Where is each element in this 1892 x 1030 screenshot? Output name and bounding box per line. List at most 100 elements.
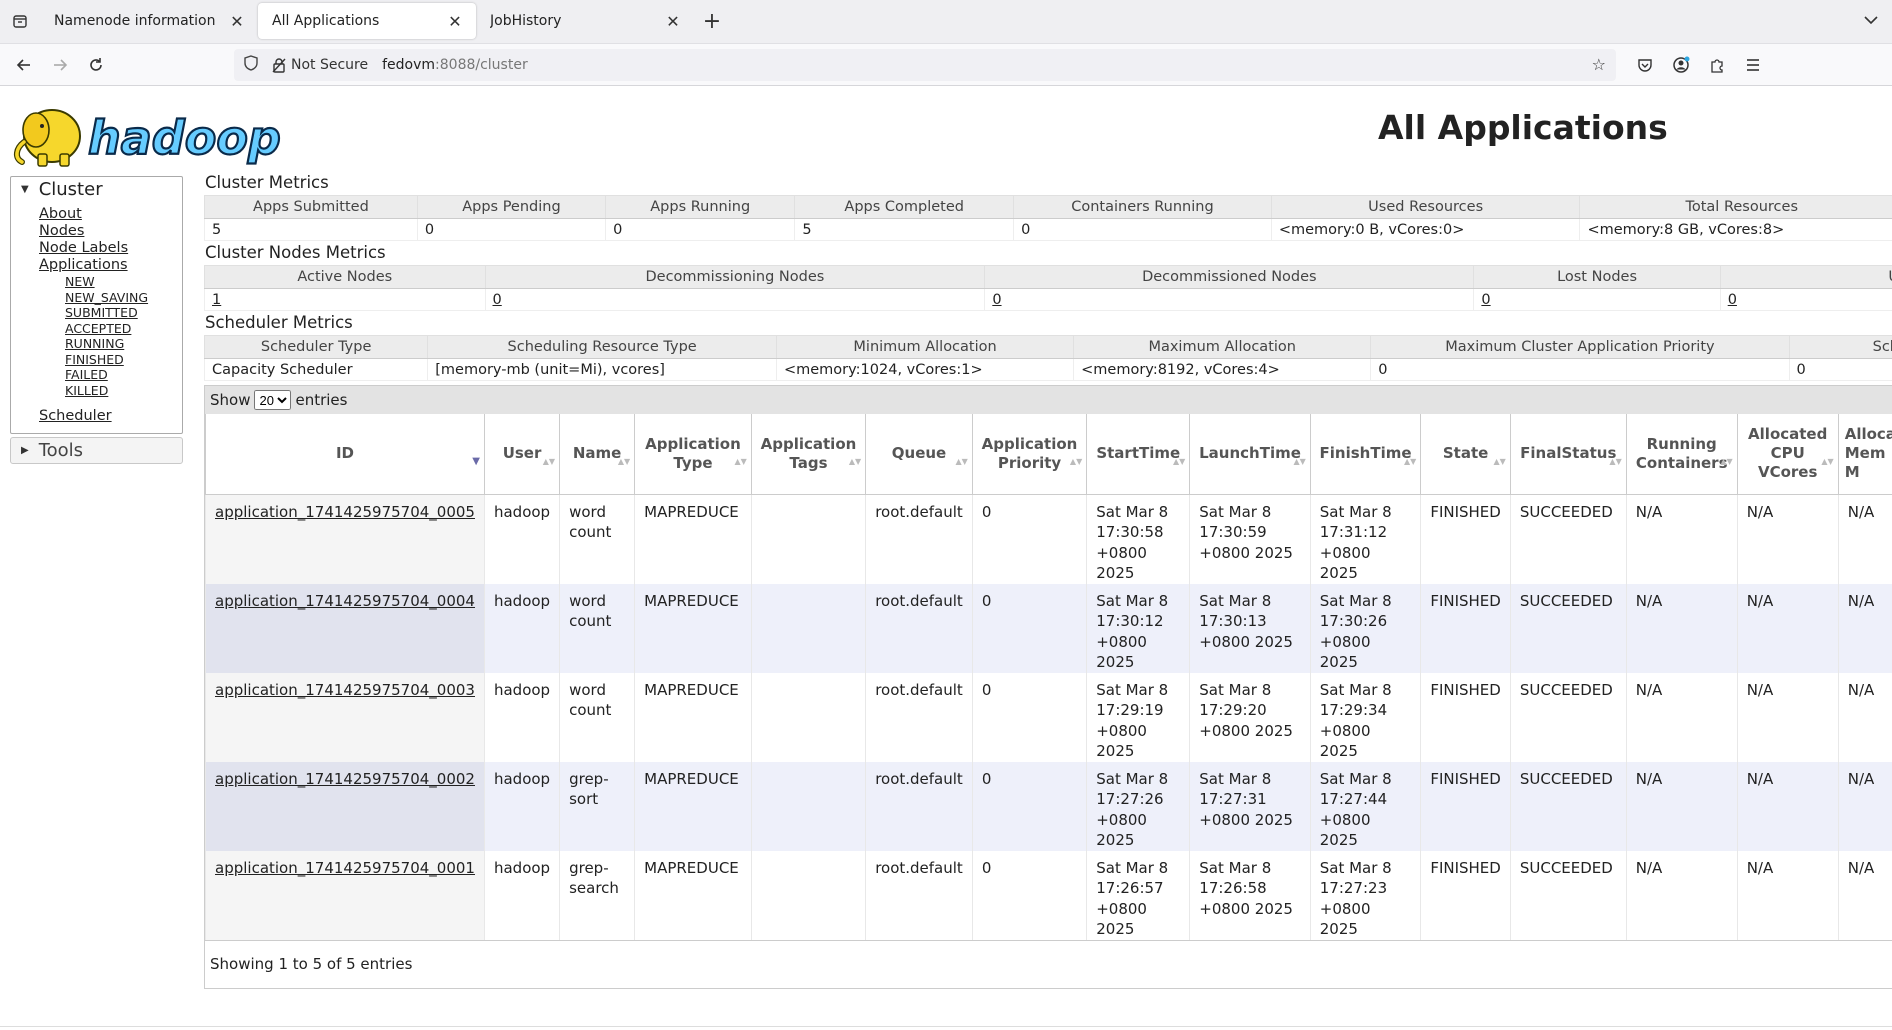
column-header-finishtime[interactable]: FinishTime ▲▼	[1309, 414, 1422, 495]
tab-list-icon[interactable]	[0, 0, 40, 43]
metrics-header: Minimum Allocation	[775, 335, 1075, 359]
back-arrow-icon[interactable]	[8, 49, 40, 81]
decommissioning-nodes-link[interactable]: 0	[493, 292, 502, 308]
column-header-user[interactable]: User ▲▼	[483, 414, 561, 495]
bookmark-star-icon[interactable]: ☆	[1592, 55, 1606, 74]
tab-title: All Applications	[272, 13, 380, 29]
sidebar-link-scheduler[interactable]: Scheduler	[39, 408, 182, 425]
browser-tab-bar: Namenode information ✕ All Applications …	[0, 0, 1892, 44]
sidebar-link-about[interactable]: About	[39, 206, 182, 223]
cell-user: hadoop	[483, 761, 560, 851]
reload-icon[interactable]	[80, 49, 112, 81]
active-nodes-link[interactable]: 1	[212, 292, 221, 308]
application-id-link[interactable]: application_1741425975704_0002	[215, 770, 475, 788]
show-label: Show	[210, 391, 251, 409]
extensions-icon[interactable]	[1702, 50, 1732, 80]
column-header-label: Application Priority	[981, 434, 1078, 472]
column-header-application-type[interactable]: Application Type ▲▼	[634, 414, 752, 495]
column-header-queue[interactable]: Queue ▲▼	[865, 414, 973, 495]
column-header-running-containers[interactable]: Running Containers ▲▼	[1625, 414, 1738, 495]
column-header-starttime[interactable]: StartTime ▲▼	[1086, 414, 1191, 495]
metrics-header: Maximum Cluster Application Priority	[1370, 335, 1790, 359]
cell-application-tags	[750, 494, 866, 584]
cell-launchtime: Sat Mar 8 17:26:58 +0800 2025	[1189, 850, 1311, 940]
column-header-id[interactable]: ID ▼	[205, 414, 485, 495]
new-tab-plus-icon[interactable]: +	[694, 3, 730, 39]
cell-user: hadoop	[483, 494, 560, 584]
column-header-label: Queue	[891, 444, 947, 463]
sidebar-link-state-accepted[interactable]: ACCEPTED	[65, 321, 182, 337]
sidebar-link-state-running[interactable]: RUNNING	[65, 336, 182, 352]
close-icon[interactable]: ✕	[664, 12, 682, 31]
sidebar-link-state-submitted[interactable]: SUBMITTED	[65, 305, 182, 321]
column-header-label: Running Containers	[1635, 434, 1728, 472]
sidebar-link-applications[interactable]: Applications	[39, 257, 182, 274]
address-bar[interactable]: Not Secure fedovm:8088/cluster ☆	[234, 48, 1616, 81]
sidebar-link-state-killed[interactable]: KILLED	[65, 383, 182, 399]
cluster-metrics-table: Apps Submitted Apps Pending Apps Running…	[204, 195, 1892, 241]
browser-tab-all-applications[interactable]: All Applications ✕	[258, 3, 476, 39]
application-id-link[interactable]: application_1741425975704_0003	[215, 681, 475, 699]
sidebar-link-state-finished[interactable]: FINISHED	[65, 352, 182, 368]
metrics-header: Maximum Allocation	[1073, 335, 1372, 359]
column-header-name[interactable]: Name ▲▼	[559, 414, 636, 495]
page-size-select[interactable]: 20	[254, 390, 292, 410]
not-secure-indicator[interactable]: Not Secure	[272, 57, 368, 73]
sort-icon: ▲▼	[1720, 457, 1733, 466]
metrics-header: Scheduler Type	[203, 335, 429, 359]
cell-allocated-cpu-vcores: N/A	[1736, 494, 1839, 584]
cluster-panel-header[interactable]: ▼ Cluster	[11, 177, 182, 202]
cell-user: hadoop	[483, 583, 560, 673]
shield-icon[interactable]	[244, 54, 266, 75]
column-header-finalstatus[interactable]: FinalStatus ▲▼	[1509, 414, 1627, 495]
close-icon[interactable]: ✕	[228, 12, 246, 31]
sidebar-link-state-new-saving[interactable]: NEW_SAVING	[65, 290, 182, 306]
column-header-launchtime[interactable]: LaunchTime ▲▼	[1189, 414, 1311, 495]
sort-icon: ▲▼	[542, 457, 556, 466]
logo-wordmark: hadoop	[88, 111, 281, 165]
forward-arrow-icon[interactable]	[44, 49, 76, 81]
cell-launchtime: Sat Mar 8 17:30:59 +0800 2025	[1189, 494, 1311, 584]
decommissioned-nodes-link[interactable]: 0	[992, 292, 1001, 308]
tools-panel-header[interactable]: ▶ Tools	[11, 438, 182, 463]
sort-icon: ▲▼	[955, 457, 968, 466]
browser-tab-namenode[interactable]: Namenode information ✕	[40, 3, 258, 39]
sort-icon: ▲▼	[848, 457, 862, 466]
cell-state: FINISHED	[1420, 672, 1511, 762]
browser-tab-jobhistory[interactable]: JobHistory ✕	[476, 3, 694, 39]
hadoop-elephant-icon: hadoop	[14, 109, 282, 167]
sidebar-link-node-labels[interactable]: Node Labels	[39, 240, 182, 257]
metrics-value-row: Capacity Scheduler [memory-mb (unit=Mi),…	[203, 358, 1892, 381]
metrics-value: <memory:1024, vCores:1>	[775, 358, 1075, 381]
cell-finalstatus: SUCCEEDED	[1509, 850, 1627, 940]
column-header-allocated-cpu-vcores[interactable]: Allocated CPU VCores ▲▼	[1736, 414, 1839, 495]
sidebar-link-nodes[interactable]: Nodes	[39, 223, 182, 240]
table-info: Showing 1 to 5 of 5 entries	[205, 939, 1892, 988]
chevron-down-icon[interactable]	[1864, 10, 1878, 29]
metrics-value: 0	[416, 218, 607, 241]
hadoop-logo[interactable]: hadoop	[12, 96, 282, 168]
sort-icon: ▲▼	[1172, 457, 1186, 466]
account-icon[interactable]	[1666, 50, 1696, 80]
pocket-icon[interactable]	[1630, 50, 1660, 80]
column-header-allocated-memory[interactable]: Alloca Mem M	[1837, 414, 1892, 495]
column-header-application-priority[interactable]: Application Priority ▲▼	[971, 414, 1088, 495]
browser-nav-bar: Not Secure fedovm:8088/cluster ☆	[0, 44, 1892, 86]
application-id-link[interactable]: application_1741425975704_0004	[215, 592, 475, 610]
close-icon[interactable]: ✕	[446, 12, 464, 31]
cell-allocated-cpu-vcores: N/A	[1736, 583, 1839, 673]
unhealthy-nodes-link[interactable]: 0	[1728, 292, 1737, 308]
application-id-link[interactable]: application_1741425975704_0005	[215, 503, 475, 521]
lost-nodes-link[interactable]: 0	[1481, 292, 1490, 308]
cell-application-priority: 0	[971, 672, 1087, 762]
application-id-link[interactable]: application_1741425975704_0001	[215, 859, 475, 877]
sidebar-link-state-new[interactable]: NEW	[65, 274, 182, 290]
column-header-label: Allocated CPU VCores	[1748, 425, 1828, 482]
sidebar-link-state-failed[interactable]: FAILED	[65, 367, 182, 383]
column-header-state[interactable]: State ▲▼	[1420, 414, 1511, 495]
cell-starttime: Sat Mar 8 17:27:26 +0800 2025	[1086, 761, 1190, 851]
cell-finishtime: Sat Mar 8 17:30:26 +0800 2025	[1309, 583, 1421, 673]
menu-hamburger-icon[interactable]	[1738, 50, 1768, 80]
cell-running-containers: N/A	[1625, 583, 1738, 673]
column-header-application-tags[interactable]: Application Tags ▲▼	[750, 414, 867, 495]
